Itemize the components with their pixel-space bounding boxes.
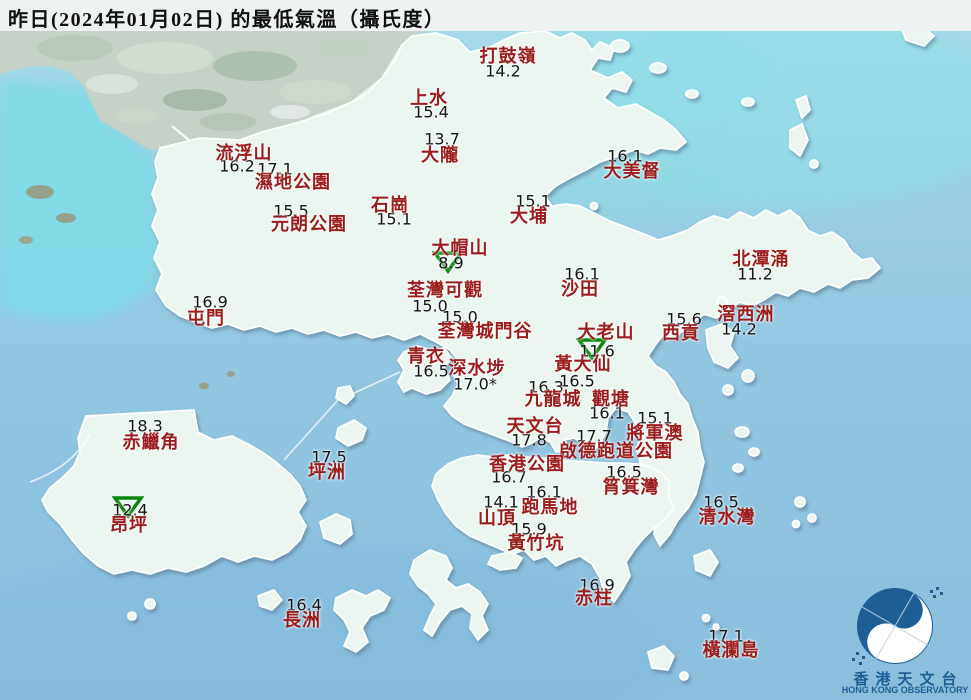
station-name: 啟德跑道公園: [559, 441, 673, 461]
station-name: 西貢: [662, 323, 700, 343]
station-name: 荃灣可觀: [407, 280, 483, 300]
station-labels-layer: 14.2 打鼓嶺 15.4 上水 13.7 大隴 16.2 流浮山 17.1 濕…: [0, 0, 971, 700]
station-name: 橫瀾島: [702, 640, 760, 660]
station-name: 青衣: [407, 346, 445, 366]
station-name: 石崗: [371, 195, 409, 215]
station-name: 元朗公園: [271, 214, 347, 234]
station-name: 大埔: [510, 206, 548, 226]
station-name: 深水埗: [448, 358, 506, 378]
station-name: 濕地公園: [255, 172, 331, 192]
hko-min-temp-map-page: 昨日(2024年01月02日) 的最低氣溫（攝氏度） 14.2 打鼓嶺 15.4…: [0, 0, 971, 700]
station-name: 荃灣城門谷: [437, 321, 533, 341]
station-name: 大美督: [603, 161, 661, 181]
station-name: 赤柱: [575, 588, 613, 608]
hko-logo: 香港天文台 HONG KONG OBSERVATORY: [842, 580, 968, 698]
station-name: 昂坪: [110, 515, 148, 535]
station-name: 大帽山: [431, 238, 489, 258]
station-name: 筲箕灣: [602, 477, 660, 497]
hko-logo-icon: [852, 587, 943, 665]
station-name: 大隴: [421, 145, 459, 165]
station-name: 屯門: [187, 308, 225, 328]
station-name: 天文台: [506, 416, 564, 436]
station-name: 赤鱲角: [122, 432, 180, 452]
station-name: 香港公園: [489, 454, 565, 474]
station-name: 長洲: [283, 610, 321, 630]
station-name: 黃大仙: [554, 354, 612, 374]
station-name: 觀塘: [592, 389, 630, 409]
station-name: 九龍城: [524, 389, 582, 409]
station-name: 沙田: [561, 279, 599, 299]
station-name: 打鼓嶺: [479, 46, 537, 66]
station-name: 上水: [410, 88, 448, 108]
hko-logo-english-name: HONG KONG OBSERVATORY: [841, 685, 969, 695]
station-name: 跑馬地: [521, 497, 579, 517]
station-name: 大老山: [577, 322, 635, 342]
station-name: 清水灣: [698, 507, 756, 527]
station-name: 北潭涌: [732, 249, 790, 269]
station-name: 滘西洲: [717, 304, 775, 324]
station-name: 黃竹坑: [507, 533, 565, 553]
station-name: 坪洲: [308, 462, 346, 482]
